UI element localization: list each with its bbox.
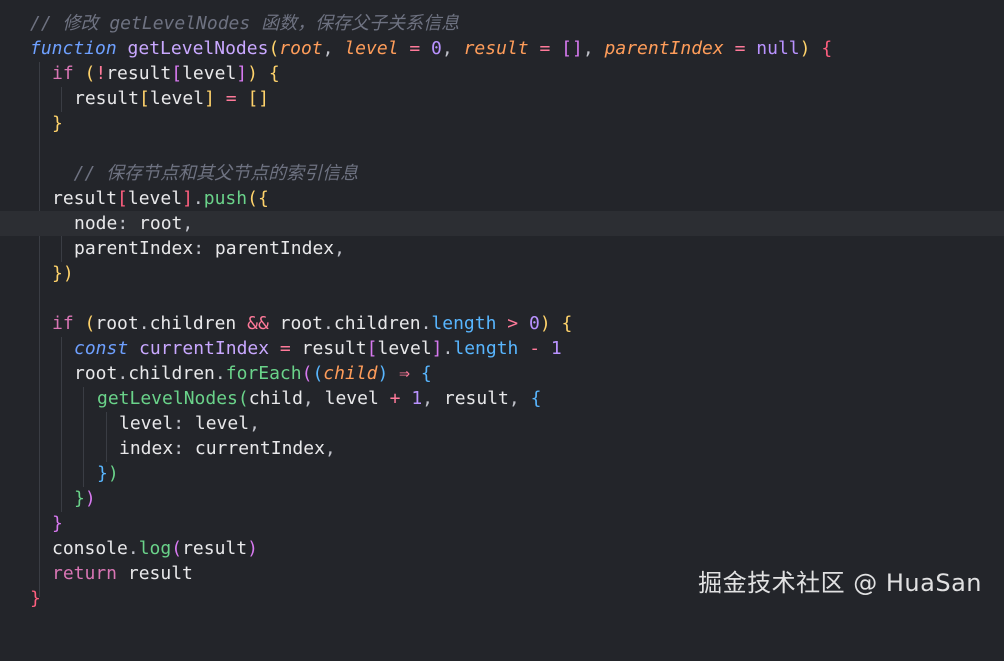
code-comment: // 修改 getLevelNodes 函数，保存父子关系信息	[30, 13, 460, 34]
code-text: const currentIndex = result[level].lengt…	[74, 338, 562, 359]
code-line[interactable]: // 保存节点和其父节点的索引信息	[0, 161, 1004, 186]
code-line[interactable]: index: currentIndex,	[0, 436, 1004, 461]
code-line[interactable]: // 修改 getLevelNodes 函数，保存父子关系信息	[0, 11, 1004, 36]
code-line[interactable]: const currentIndex = result[level].lengt…	[0, 336, 1004, 361]
code-line[interactable]: root.children.forEach((child) ⇒ {	[0, 361, 1004, 386]
code-text: index: currentIndex,	[119, 438, 336, 459]
code-line[interactable]: console.log(result)	[0, 536, 1004, 561]
code-text: })	[52, 263, 74, 284]
code-line[interactable]: if (!result[level]) {	[0, 61, 1004, 86]
code-line[interactable]: }	[0, 111, 1004, 136]
code-line[interactable]: parentIndex: parentIndex,	[0, 236, 1004, 261]
watermark: 掘金技术社区 @ HuaSan	[698, 569, 982, 597]
code-text: })	[74, 488, 96, 509]
code-text: node: root,	[74, 213, 194, 234]
code-text: console.log(result)	[52, 538, 258, 559]
code-line[interactable]: level: level,	[0, 411, 1004, 436]
code-text: }	[52, 513, 63, 534]
current-line-highlight[interactable]: node: root,	[0, 211, 1004, 236]
code-text: root.children.forEach((child) ⇒ {	[74, 363, 432, 384]
code-line[interactable]: })	[0, 486, 1004, 511]
code-text: result[level].push({	[52, 188, 269, 209]
code-line[interactable]: function getLevelNodes(root, level = 0, …	[0, 36, 1004, 61]
code-text: if (!result[level]) {	[52, 63, 280, 84]
code-line[interactable]: result[level].push({	[0, 186, 1004, 211]
code-text: }	[52, 113, 63, 134]
code-line[interactable]: if (root.children && root.children.lengt…	[0, 311, 1004, 336]
code-comment: // 保存节点和其父节点的索引信息	[52, 163, 359, 184]
code-line[interactable]: })	[0, 461, 1004, 486]
code-text: function getLevelNodes(root, level = 0, …	[30, 38, 833, 59]
code-line[interactable]: result[level] = []	[0, 86, 1004, 111]
code-text: if (root.children && root.children.lengt…	[52, 313, 573, 334]
code-editor[interactable]: // 修改 getLevelNodes 函数，保存父子关系信息 function…	[0, 0, 1004, 610]
code-text: result[level] = []	[74, 88, 270, 109]
code-line[interactable]: })	[0, 261, 1004, 286]
code-text: parentIndex: parentIndex,	[74, 238, 345, 259]
code-line[interactable]: }	[0, 511, 1004, 536]
code-text: return result	[52, 563, 193, 584]
code-text: })	[97, 463, 119, 484]
code-line[interactable]: getLevelNodes(child, level + 1, result, …	[0, 386, 1004, 411]
code-text: getLevelNodes(child, level + 1, result, …	[97, 388, 542, 409]
code-text: level: level,	[119, 413, 260, 434]
code-text: }	[30, 588, 41, 609]
